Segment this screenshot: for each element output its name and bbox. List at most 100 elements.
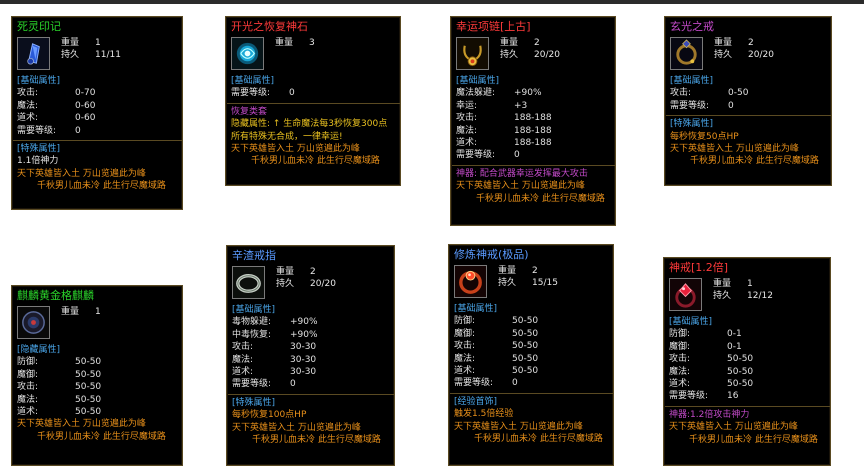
- attribute-name: 道术:: [232, 367, 254, 378]
- divider: [666, 115, 831, 117]
- weight-row: 重量 3: [275, 37, 315, 49]
- dark-ring-icon: [670, 37, 703, 70]
- attribute-value: 50-50: [512, 341, 539, 352]
- item-attributes: [隐藏属性] 防御: 50-50 魔御: 50-50 攻击: 50-50 魔法: 50-50 道术…: [17, 344, 178, 443]
- attribute-value: 0-60: [75, 100, 96, 111]
- section-header: [基础属性]: [231, 76, 275, 86]
- durability-row: 持久 11/11: [61, 49, 121, 61]
- attribute-name: 攻击:: [232, 342, 254, 353]
- item-card-5: 麒麟黄金格麒麟 重量 1 [隐藏属性] 防御: 50-50 魔御: 50-50 攻击: 50-50…: [11, 285, 183, 466]
- attribute-value: 50-50: [75, 407, 102, 418]
- attribute-name: 需要等级:: [669, 391, 709, 402]
- weight-row: 重量 2: [714, 37, 774, 49]
- attribute-row: 魔御: 0-1: [669, 341, 826, 353]
- flavor-text-line-2: 千秋男儿血未冷 此生行尽魔域路: [251, 156, 380, 167]
- attribute-row: 中毒恢复: +90%: [232, 329, 390, 341]
- item-attributes: [基础属性] 防御: 0-1 魔御: 0-1 攻击: 50-50 魔法: 50-50 道术: 50-…: [665, 316, 830, 446]
- durability-label: 持久: [500, 50, 519, 61]
- attribute-name: 道术:: [454, 366, 476, 377]
- item-meta: 重量 2 持久 20/20: [276, 266, 336, 291]
- attribute-value: 50-50: [512, 316, 539, 327]
- cyan-orb-icon: [231, 37, 264, 70]
- attribute-row: 需要等级: 0: [17, 125, 178, 137]
- attribute-value: 0-1: [727, 341, 742, 352]
- weight-row: 重量 1: [61, 37, 121, 49]
- item-card-7: 修炼神戒(极品) 重量 2 持久 15/15 [基础属性] 防御: 50-50 魔御: 50-50…: [448, 244, 614, 466]
- item-title: 麒麟黄金格麒麟: [17, 289, 94, 302]
- section-header: [特殊属性]: [17, 144, 61, 155]
- section-header: [经验首饰]: [454, 396, 498, 407]
- attribute-name: 魔法:: [17, 394, 39, 405]
- durability-label: 持久: [61, 50, 80, 61]
- attribute-name: 需要等级:: [231, 88, 271, 99]
- weight-label: 重量: [276, 267, 295, 277]
- special-note: 1.1倍神力: [17, 156, 59, 167]
- flavor-text-line-2: 千秋男儿血未冷 此生行尽魔域路: [37, 181, 166, 192]
- attribute-name: 攻击:: [17, 88, 39, 99]
- attribute-row: 魔法: 0-60: [17, 100, 178, 112]
- special-note: 每秒恢复50点HP: [670, 131, 739, 142]
- attribute-value: 188-188: [514, 138, 552, 149]
- weight-value: 2: [532, 266, 538, 276]
- attribute-row: 道术: 30-30: [232, 366, 390, 378]
- red-gem-ring-icon: [669, 278, 702, 311]
- section-header: [基础属性]: [232, 305, 276, 315]
- weight-row: 重量 1: [61, 306, 101, 318]
- gold-necklace-icon: [456, 37, 489, 70]
- item-meta: 重量 1 持久 12/12: [713, 278, 773, 303]
- item-card-3: 幸运项链[上古] 重量 2 持久 20/20 [基础属性] 魔法躲避: +90% 幸运: +3 攻击…: [450, 16, 616, 226]
- flavor-text-line-2: 千秋男儿血未冷 此生行尽魔域路: [476, 193, 605, 204]
- attribute-row: 道术: 0-60: [17, 112, 178, 124]
- attribute-row: 道术: 50-50: [454, 365, 609, 377]
- special-note: 每秒恢复100点HP: [232, 410, 307, 421]
- section-header: [基础属性]: [456, 76, 500, 86]
- durability-value: 20/20: [748, 50, 774, 61]
- attribute-value: 188-188: [514, 125, 552, 136]
- flavor-text-line-1: 天下英雄皆入土 万山览遍此为峰: [669, 422, 798, 433]
- attribute-row: 攻击: 188-188: [456, 112, 611, 124]
- attribute-value: 0: [290, 379, 296, 390]
- attribute-row: 魔法: 50-50: [454, 353, 609, 365]
- flavor-text-line-2: 千秋男儿血未冷 此生行尽魔域路: [690, 156, 819, 167]
- divider: [452, 164, 615, 166]
- flavor-text-line-2: 千秋男儿血未冷 此生行尽魔域路: [37, 431, 166, 442]
- weight-label: 重量: [61, 307, 80, 317]
- divider: [227, 102, 400, 104]
- item-meta: 重量 2 持久 20/20: [500, 37, 560, 62]
- attribute-value: 0: [514, 150, 520, 161]
- item-meta: 重量 3: [275, 37, 315, 49]
- flavor-text-line-1: 天下英雄皆入土 万山览遍此为峰: [231, 144, 360, 155]
- weight-row: 重量 2: [276, 266, 336, 278]
- attribute-row: 防御: 50-50: [17, 356, 178, 368]
- section-header: [特殊属性]: [232, 397, 276, 408]
- attribute-value: 50-50: [512, 328, 539, 339]
- attribute-name: 魔法:: [17, 100, 39, 111]
- black-orb-icon: [17, 306, 50, 339]
- durability-label: 持久: [276, 279, 295, 290]
- weight-value: 2: [310, 267, 316, 277]
- attribute-row: 幸运: +3: [456, 100, 611, 112]
- item-attributes: [基础属性] 攻击: 0-50 需要等级: 0 [特殊属性] 每秒恢复50点HP 天下英雄皆入…: [666, 75, 831, 168]
- attribute-name: 防御:: [17, 357, 39, 368]
- attribute-name: 攻击:: [456, 113, 478, 124]
- attribute-value: 50-50: [75, 394, 102, 405]
- weight-value: 2: [534, 38, 540, 48]
- attribute-value: 0: [289, 88, 295, 99]
- item-card-6: 辛渣戒指 重量 2 持久 20/20 [基础属性] 毒物躲避: +90% 中毒恢复: +90% 攻击…: [226, 245, 395, 466]
- divider: [665, 405, 830, 407]
- weight-value: 2: [748, 38, 754, 48]
- attribute-name: 需要等级:: [17, 125, 57, 136]
- durability-label: 持久: [714, 50, 733, 61]
- item-attributes: [基础属性] 攻击: 0-70 魔法: 0-60 道术: 0-60 需要等级: 0 [特殊属性] 1…: [13, 75, 182, 193]
- attribute-name: 魔法:: [232, 354, 254, 365]
- attribute-row: 攻击: 0-70: [17, 87, 178, 99]
- divider: [228, 393, 394, 395]
- section-header: [基础属性]: [670, 76, 714, 86]
- attribute-row: 需要等级: 16: [669, 390, 826, 402]
- attribute-row: 需要等级: 0: [456, 149, 611, 161]
- attribute-value: +90%: [290, 329, 318, 340]
- item-attributes: [基础属性] 毒物躲避: +90% 中毒恢复: +90% 攻击: 30-30 魔法: 30-30…: [228, 304, 394, 446]
- item-title: 死灵印记: [17, 20, 61, 33]
- weight-row: 重量 2: [498, 265, 558, 277]
- attribute-row: 需要等级: 0: [232, 378, 390, 390]
